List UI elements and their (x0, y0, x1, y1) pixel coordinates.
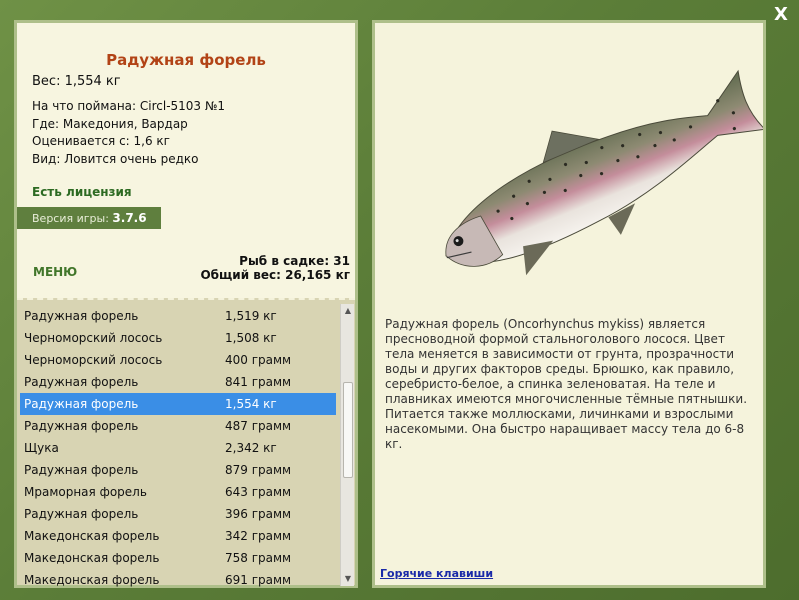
list-item-name: Черноморский лосось (24, 331, 163, 345)
list-item-name: Радужная форель (24, 397, 139, 411)
list-item[interactable]: Радужная форель 396 грамм (20, 503, 336, 525)
catch-list-area: Радужная форель 1,519 кг Черноморский лосо… (17, 298, 355, 587)
scroll-down-icon[interactable]: ▼ (341, 572, 355, 586)
list-item-weight: 2,342 кг (225, 441, 277, 455)
scroll-thumb[interactable] (343, 382, 353, 478)
list-item-name: Мраморная форель (24, 485, 147, 499)
list-item[interactable]: Черноморский лосось 1,508 кг (20, 327, 336, 349)
list-scrollbar[interactable]: ▲ ▼ (340, 304, 354, 586)
list-item-name: Македонская форель (24, 529, 160, 543)
detail-valued-from: Оценивается с: 1,6 кг (32, 134, 170, 148)
detail-location: Где: Македония, Вардар (32, 116, 188, 131)
license-status: Есть лицензия (32, 185, 132, 199)
window-frame: X Радужная форель Вес: 1,554 кг На что п… (0, 0, 799, 600)
list-item-name: Радужная форель (24, 419, 139, 433)
list-item-weight: 342 грамм (225, 529, 292, 543)
catch-list[interactable]: Радужная форель 1,519 кг Черноморский лосо… (20, 305, 336, 591)
list-item-name: Щука (24, 441, 59, 455)
list-item[interactable]: Мраморная форель 643 грамм (20, 481, 336, 503)
list-item-weight: 758 грамм (225, 551, 292, 565)
list-item-name: Македонская форель (24, 573, 160, 587)
fish-description-panel: Радужная форель (Oncorhynchus mykiss) яв… (372, 20, 766, 588)
hotkeys-link[interactable]: Горячие клавиши (380, 567, 493, 580)
list-item-weight: 643 грамм (225, 485, 292, 499)
list-item[interactable]: Радужная форель 841 грамм (20, 371, 336, 393)
list-item-name: Радужная форель (24, 507, 139, 521)
list-item-weight: 400 грамм (225, 353, 292, 367)
list-item[interactable]: Радужная форель 1,554 кг (20, 393, 336, 415)
list-item[interactable]: Македонская форель 758 грамм (20, 547, 336, 569)
list-item-weight: 879 грамм (225, 463, 292, 477)
keepnet-stats: Рыб в садке: 31 Общий вес: 26,165 кг (200, 254, 350, 282)
menu-button[interactable]: МЕНЮ (33, 265, 77, 279)
list-item-name: Радужная форель (24, 375, 139, 389)
game-version: Версия игры: 3.7.6 (17, 207, 161, 229)
list-item-weight: 1,554 кг (225, 397, 277, 411)
list-item-weight: 1,508 кг (225, 331, 277, 345)
fish-details: На что поймана: Circl-5103 №1 Где: Макед… (32, 98, 225, 168)
fish-info: Радужная форель Вес: 1,554 кг На что пой… (17, 23, 355, 298)
list-item-weight: 487 грамм (225, 419, 292, 433)
version-value: 3.7.6 (112, 211, 147, 225)
list-item-name: Черноморский лосось (24, 353, 163, 367)
fish-title: Радужная форель (106, 51, 266, 69)
list-item-name: Македонская форель (24, 551, 160, 565)
list-item-weight: 396 грамм (225, 507, 292, 521)
list-item[interactable]: Черноморский лосось 400 грамм (20, 349, 336, 371)
rainbow-trout-image (445, 69, 763, 276)
detail-species-rarity: Вид: Ловится очень редко (32, 151, 199, 166)
list-item-weight: 691 грамм (225, 573, 292, 587)
list-item[interactable]: Радужная форель 487 грамм (20, 415, 336, 437)
catch-info-panel: Радужная форель Вес: 1,554 кг На что пой… (14, 20, 358, 588)
fish-count: Рыб в садке: 31 (239, 254, 350, 268)
list-item[interactable]: Македонская форель 691 грамм (20, 569, 336, 591)
version-label: Версия игры: (32, 212, 109, 225)
list-item[interactable]: Радужная форель 1,519 кг (20, 305, 336, 327)
total-weight: Общий вес: 26,165 кг (200, 268, 350, 282)
list-item[interactable]: Македонская форель 342 грамм (20, 525, 336, 547)
list-item-weight: 841 грамм (225, 375, 292, 389)
list-item-name: Радужная форель (24, 463, 139, 477)
list-item[interactable]: Радужная форель 879 грамм (20, 459, 336, 481)
detail-bait: На что поймана: Circl-5103 №1 (32, 99, 225, 113)
fish-description: Радужная форель (Oncorhynchus mykiss) яв… (385, 317, 748, 451)
list-item[interactable]: Щука 2,342 кг (20, 437, 336, 459)
list-item-weight: 1,519 кг (225, 309, 277, 323)
scroll-up-icon[interactable]: ▲ (341, 304, 355, 318)
fish-weight: Вес: 1,554 кг (32, 74, 121, 89)
close-button[interactable]: X (771, 5, 791, 25)
list-item-name: Радужная форель (24, 309, 139, 323)
